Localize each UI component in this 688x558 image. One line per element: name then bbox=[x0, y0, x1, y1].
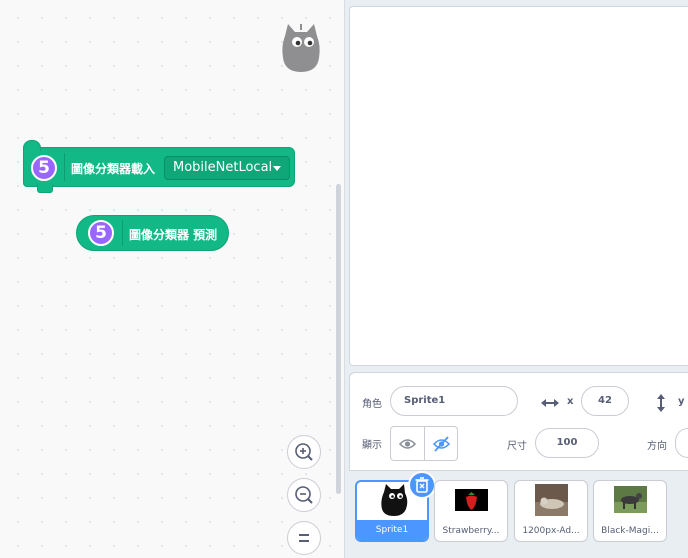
show-sprite-button[interactable] bbox=[391, 427, 424, 460]
sprite-card-label: 1200px-Ad... bbox=[522, 526, 580, 536]
sprite-card-label: Sprite1 bbox=[357, 520, 427, 540]
sprite-name-label: 角色 bbox=[362, 399, 382, 410]
sprite-card-label: Strawberry... bbox=[442, 526, 500, 536]
sprite-thumbnail bbox=[535, 484, 568, 516]
zoom-out-icon bbox=[295, 486, 313, 504]
sprite-name-input[interactable]: Sprite1 bbox=[390, 386, 518, 416]
zoom-in-icon bbox=[295, 443, 313, 461]
code-workspace[interactable] bbox=[0, 0, 345, 558]
image-classifier-load-block[interactable]: 5 圖像分類器載入 MobileNetLocal bbox=[23, 140, 295, 193]
predict-block-label: 圖像分類器 預測 bbox=[129, 228, 218, 242]
eye-slash-icon bbox=[432, 436, 451, 452]
extension-badge-icon: 5 bbox=[88, 220, 114, 246]
x-input[interactable]: 42 bbox=[581, 386, 629, 416]
sprite-card-strawberry[interactable]: Strawberry... bbox=[434, 480, 508, 542]
trash-icon bbox=[415, 477, 429, 493]
visibility-toggle bbox=[390, 426, 458, 461]
model-dropdown-value: MobileNetLocal bbox=[173, 160, 273, 175]
sprite-thumbnail bbox=[455, 489, 488, 511]
zoom-in-button[interactable] bbox=[287, 435, 321, 469]
show-label: 顯示 bbox=[362, 440, 382, 451]
workspace-scrollbar[interactable] bbox=[336, 184, 341, 494]
mascot-icon bbox=[282, 24, 320, 72]
block-separator bbox=[64, 153, 65, 181]
direction-label: 方向 bbox=[647, 441, 667, 452]
chevron-down-icon bbox=[273, 166, 281, 171]
x-label: x bbox=[567, 396, 574, 407]
image-classifier-predict-block[interactable]: 5 圖像分類器 預測 bbox=[76, 215, 229, 251]
delete-sprite-button[interactable] bbox=[408, 471, 436, 499]
zoom-reset-icon bbox=[299, 534, 309, 542]
horizontal-arrow-icon bbox=[541, 399, 559, 407]
zoom-out-button[interactable] bbox=[287, 478, 321, 512]
extension-badge-icon: 5 bbox=[31, 155, 57, 181]
sprite-card-label: Black-Magi... bbox=[601, 526, 659, 536]
model-dropdown[interactable]: MobileNetLocal bbox=[164, 156, 290, 180]
sprite-thumbnail bbox=[381, 484, 408, 516]
load-block-label: 圖像分類器載入 bbox=[71, 162, 156, 176]
sprite-thumbnail bbox=[614, 486, 647, 513]
stage-canvas[interactable] bbox=[349, 6, 688, 366]
y-label: y bbox=[678, 396, 685, 407]
vertical-arrow-icon bbox=[657, 394, 665, 412]
block-separator bbox=[122, 220, 123, 246]
size-label: 尺寸 bbox=[507, 441, 527, 452]
sprite-card-1200px[interactable]: 1200px-Ad... bbox=[514, 480, 588, 542]
size-input[interactable]: 100 bbox=[535, 428, 599, 458]
hide-sprite-button[interactable] bbox=[425, 427, 458, 460]
zoom-reset-button[interactable] bbox=[287, 521, 321, 555]
eye-icon bbox=[398, 439, 417, 449]
sprite-card-black-magic[interactable]: Black-Magi... bbox=[593, 480, 667, 542]
